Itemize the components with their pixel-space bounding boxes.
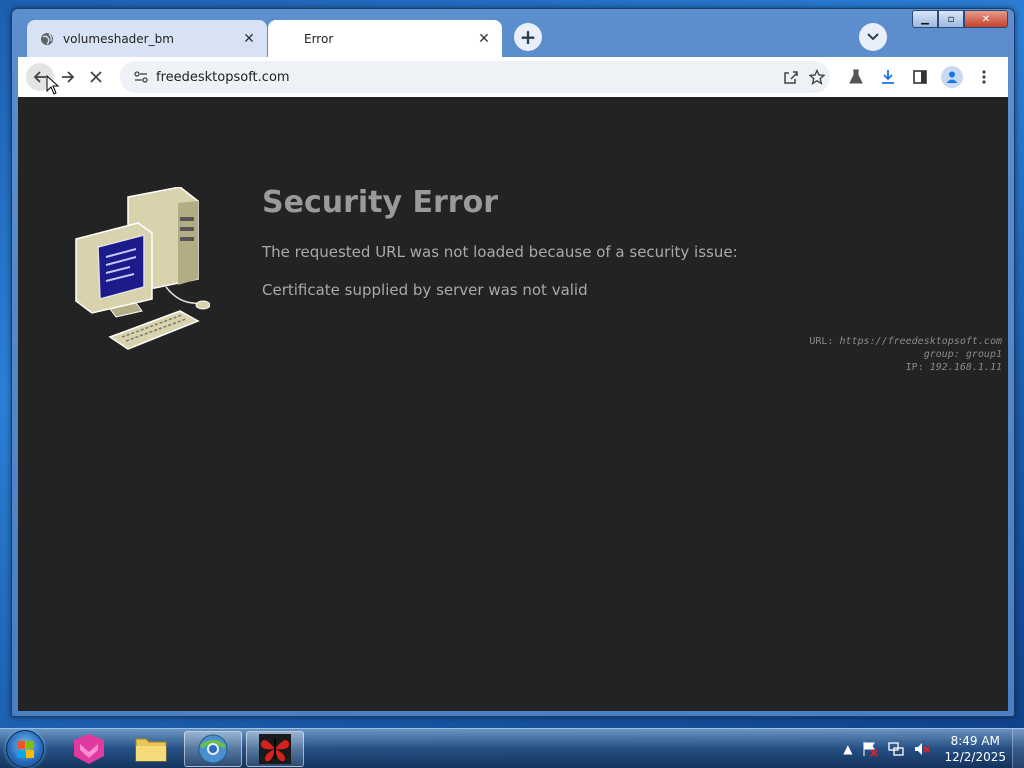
error-detail: Certificate supplied by server was not v… bbox=[262, 281, 588, 299]
taskbar: ▲ 8:49 AM 12/2/2025 bbox=[0, 728, 1024, 768]
start-button[interactable] bbox=[6, 730, 44, 768]
butterfly-icon bbox=[259, 734, 291, 764]
taskbar-chrome[interactable] bbox=[184, 731, 242, 767]
stop-button[interactable] bbox=[82, 63, 110, 91]
menu-kebab-icon[interactable] bbox=[970, 63, 998, 91]
chevron-down-icon bbox=[867, 33, 879, 41]
info-ip-label: IP: bbox=[905, 362, 924, 373]
volume-muted-icon[interactable] bbox=[914, 741, 931, 757]
info-ip-value: 192.168.1.11 bbox=[929, 362, 1002, 373]
tab-error[interactable]: Error ✕ bbox=[268, 20, 502, 57]
new-tab-button[interactable]: + bbox=[514, 23, 542, 51]
arrow-right-icon bbox=[62, 71, 75, 83]
clock-time: 8:49 AM bbox=[950, 734, 1000, 748]
windows-logo-icon bbox=[17, 741, 34, 758]
tab-strip: volumeshader_bm ✕ Error ✕ + ▁ ▫ ✕ bbox=[12, 9, 1014, 57]
labs-flask-icon[interactable] bbox=[842, 63, 870, 91]
tab-volumeshader[interactable]: volumeshader_bm ✕ bbox=[27, 20, 267, 57]
folder-icon bbox=[135, 738, 167, 762]
system-tray: ▲ 8:49 AM 12/2/2025 bbox=[843, 729, 1006, 768]
browser-toolbar: freedesktopsoft.com bbox=[18, 57, 1008, 97]
toolbar-right-actions bbox=[838, 63, 998, 91]
tab-close-icon[interactable]: ✕ bbox=[239, 29, 259, 49]
site-info-icon[interactable] bbox=[126, 71, 156, 83]
pink-app-icon bbox=[74, 734, 104, 764]
mouse-cursor-icon bbox=[46, 75, 60, 95]
tab-favicon-blank bbox=[280, 31, 296, 47]
address-bar[interactable]: freedesktopsoft.com bbox=[120, 61, 830, 93]
clock[interactable]: 8:49 AM 12/2/2025 bbox=[944, 733, 1006, 765]
minimize-button[interactable]: ▁ bbox=[912, 10, 938, 28]
info-url-value: https://freedesktopsoft.com bbox=[839, 336, 1002, 347]
tab-close-icon[interactable]: ✕ bbox=[474, 29, 494, 49]
clock-date: 12/2/2025 bbox=[944, 750, 1006, 764]
info-group-label: group: bbox=[923, 349, 960, 360]
bookmark-star-icon[interactable] bbox=[804, 69, 830, 85]
close-window-button[interactable]: ✕ bbox=[964, 10, 1008, 28]
share-icon[interactable] bbox=[778, 69, 804, 85]
show-hidden-icons-icon[interactable]: ▲ bbox=[843, 742, 852, 756]
maximize-button[interactable]: ▫ bbox=[938, 10, 964, 28]
browser-icon bbox=[198, 734, 228, 764]
error-message: The requested URL was not loaded because… bbox=[262, 243, 738, 261]
action-center-flag-icon[interactable] bbox=[862, 741, 879, 757]
connection-info: URL: https://freedesktopsoft.com group: … bbox=[809, 335, 1002, 374]
close-icon bbox=[90, 71, 102, 83]
tab-search-button[interactable] bbox=[859, 23, 887, 51]
download-icon[interactable] bbox=[874, 63, 902, 91]
info-group-value: group1 bbox=[965, 349, 1002, 360]
network-icon[interactable] bbox=[888, 741, 905, 757]
globe-icon bbox=[39, 31, 55, 47]
info-url-label: URL: bbox=[809, 336, 834, 347]
avatar-icon bbox=[941, 66, 963, 88]
tab-title: Error bbox=[304, 31, 334, 46]
show-desktop-button[interactable] bbox=[1012, 729, 1024, 768]
taskbar-butterfly-app[interactable] bbox=[246, 731, 304, 767]
arrow-left-icon bbox=[33, 71, 46, 83]
page-title: Security Error bbox=[262, 185, 499, 220]
page-content: Security Error The requested URL was not… bbox=[18, 97, 1008, 711]
window-controls: ▁ ▫ ✕ bbox=[912, 10, 1008, 28]
computer-illustration-icon bbox=[75, 187, 210, 350]
browser-window: volumeshader_bm ✕ Error ✕ + ▁ ▫ ✕ freede… bbox=[11, 8, 1015, 717]
taskbar-file-explorer[interactable] bbox=[122, 731, 180, 767]
side-panel-icon[interactable] bbox=[906, 63, 934, 91]
profile-button[interactable] bbox=[938, 63, 966, 91]
tab-title: volumeshader_bm bbox=[63, 31, 174, 46]
url-text: freedesktopsoft.com bbox=[156, 69, 290, 85]
taskbar-app-pink[interactable] bbox=[60, 731, 118, 767]
